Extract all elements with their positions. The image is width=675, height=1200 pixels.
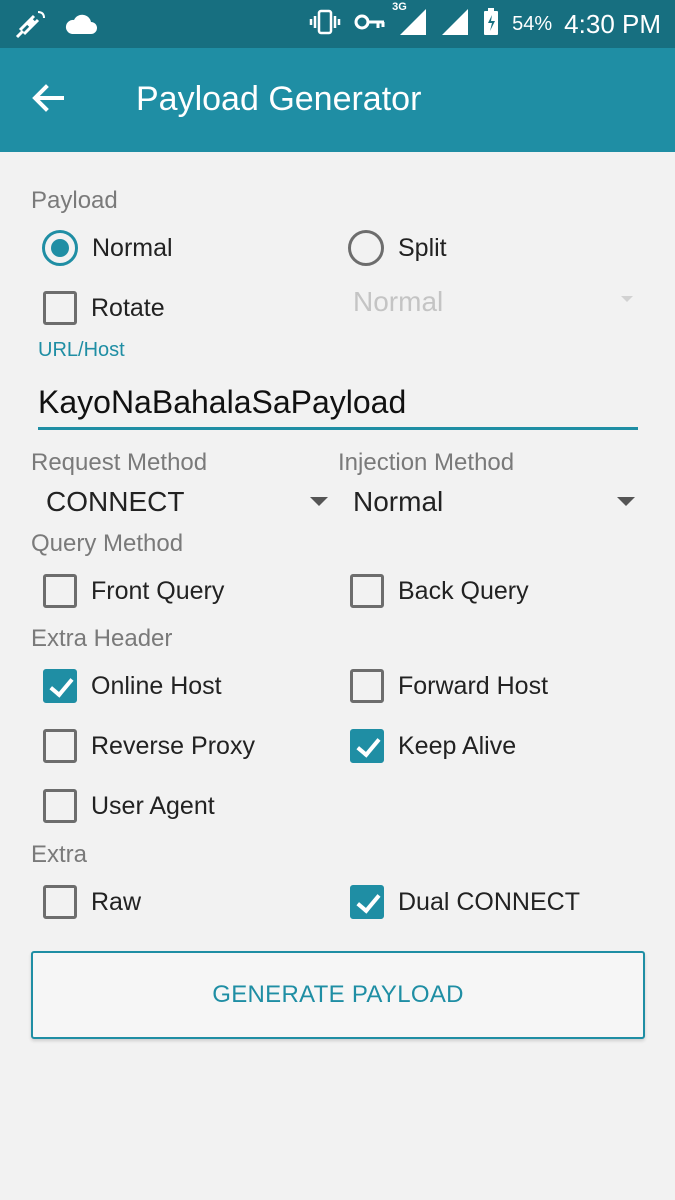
checkbox-unchecked [350,574,384,608]
normal-radio-label: Normal [92,233,173,262]
cloud-icon [64,12,98,41]
back-button[interactable] [28,78,76,122]
rotate-checkbox[interactable]: Rotate [43,291,165,325]
reverse-proxy-checkbox[interactable]: Reverse Proxy [43,729,255,763]
raw-checkbox[interactable]: Raw [43,885,141,919]
split-radio[interactable]: Split [348,230,447,266]
extra-header-label: Extra Header [31,625,173,652]
battery-icon [482,7,500,42]
request-method-value: CONNECT [46,486,185,517]
checkbox-unchecked [43,574,77,608]
generate-payload-button[interactable]: GENERATE PAYLOAD [31,951,645,1039]
dropdown-arrow-icon [621,296,633,302]
dual-connect-checkbox[interactable]: Dual CONNECT [350,885,580,919]
url-host-label: URL/Host [38,339,125,361]
url-host-input[interactable] [38,378,638,430]
checkbox-checked [43,669,77,703]
checkbox-checked [350,729,384,763]
key-icon [354,11,386,38]
split-type-value: Normal [353,286,444,317]
injection-method-dropdown[interactable]: Normal [353,486,637,522]
reverse-proxy-label: Reverse Proxy [91,731,255,760]
injection-method-label: Injection Method [338,449,515,476]
rotate-checkbox-label: Rotate [91,293,165,322]
forward-host-label: Forward Host [398,671,549,700]
checkbox-unchecked [43,729,77,763]
status-bar: 3G 54% 4:30 PM [0,0,675,48]
back-query-checkbox[interactable]: Back Query [350,574,529,608]
dual-connect-label: Dual CONNECT [398,887,580,916]
signal-icon [440,7,470,42]
normal-radio[interactable]: Normal [42,230,173,266]
vibrate-icon [308,8,342,41]
checkbox-unchecked [43,291,77,325]
online-host-checkbox[interactable]: Online Host [43,669,222,703]
keep-alive-label: Keep Alive [398,731,517,760]
checkbox-unchecked [43,789,77,823]
dropdown-arrow-icon [617,497,635,506]
user-agent-checkbox[interactable]: User Agent [43,789,215,823]
radio-button-checked [42,230,78,266]
request-method-dropdown[interactable]: CONNECT [46,486,330,522]
radio-button-unchecked [348,230,384,266]
clock: 4:30 PM [564,8,661,39]
request-method-label: Request Method [31,449,208,476]
signal-3g-icon: 3G [392,1,428,42]
payload-label: Payload [31,187,118,214]
online-host-label: Online Host [91,671,222,700]
user-agent-label: User Agent [91,791,215,820]
battery-percent: 54% [512,12,553,35]
query-method-label: Query Method [31,530,184,557]
split-type-dropdown: Normal [353,286,637,322]
back-query-label: Back Query [398,576,529,605]
checkbox-checked [350,885,384,919]
split-radio-label: Split [398,233,447,262]
injection-method-value: Normal [353,486,444,517]
keep-alive-checkbox[interactable]: Keep Alive [350,729,516,763]
arrow-back-icon [32,84,64,112]
checkbox-unchecked [350,669,384,703]
app-bar: Payload Generator [0,48,675,152]
satellite-icon [14,8,48,45]
page-title: Payload Generator [136,80,422,118]
dropdown-arrow-icon [310,497,328,506]
extra-label: Extra [31,841,88,868]
front-query-label: Front Query [91,576,225,605]
checkbox-unchecked [43,885,77,919]
forward-host-checkbox[interactable]: Forward Host [350,669,548,703]
raw-label: Raw [91,887,142,916]
front-query-checkbox[interactable]: Front Query [43,574,224,608]
